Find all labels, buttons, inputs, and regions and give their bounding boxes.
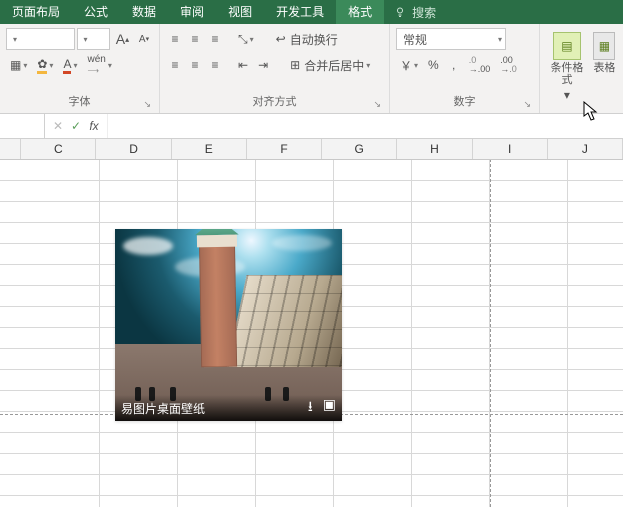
- conditional-formatting-button[interactable]: ▤ 条件格式 ▾: [546, 28, 588, 102]
- embedded-picture[interactable]: 易图片桌面壁纸 ⭳ ▣: [115, 229, 342, 421]
- col-header[interactable]: D: [96, 139, 171, 159]
- align-left-button[interactable]: ≡: [166, 54, 184, 76]
- fx-icon[interactable]: fx: [85, 119, 103, 133]
- increase-decimal-button[interactable]: .0→.00: [465, 54, 495, 76]
- picture-caption-bar: 易图片桌面壁纸 ⭳ ▣: [115, 395, 342, 421]
- group-number-label: 数字 ↘: [396, 91, 533, 113]
- font-dialog-launcher[interactable]: ↘: [143, 99, 151, 110]
- number-dialog-launcher[interactable]: ↘: [523, 99, 531, 110]
- worksheet-area[interactable]: C D E F G H I J 易图片桌面壁纸 ⭳: [0, 139, 623, 507]
- merge-center-dropdown[interactable]: ⊞ 合并后居中▾: [286, 54, 374, 76]
- font-name-dropdown[interactable]: ▾: [6, 28, 75, 50]
- group-align-label: 对齐方式 ↘: [166, 91, 383, 113]
- phonetic-icon: wén⟶: [87, 54, 105, 76]
- align-right-button[interactable]: ≡: [206, 54, 224, 76]
- col-header[interactable]: G: [322, 139, 397, 159]
- align-top-button[interactable]: ≡: [166, 28, 184, 50]
- search-label: 搜索: [412, 4, 436, 21]
- page-break-col: [490, 139, 491, 507]
- font-color-dropdown[interactable]: A▾: [59, 54, 81, 76]
- expand-icon[interactable]: ▣: [323, 396, 336, 420]
- fill-color-dropdown[interactable]: ✿▾: [33, 54, 57, 76]
- format-as-table-button[interactable]: ▦ 表格: [592, 28, 617, 102]
- col-header[interactable]: E: [172, 139, 247, 159]
- comma-button[interactable]: ,: [445, 54, 463, 76]
- tab-view[interactable]: 视图: [216, 0, 264, 24]
- col-header[interactable]: I: [473, 139, 548, 159]
- col-header[interactable]: C: [21, 139, 96, 159]
- menu-bar: 页面布局 公式 数据 审阅 视图 开发工具 格式 搜索: [0, 0, 623, 24]
- enter-icon[interactable]: ✓: [67, 119, 85, 133]
- download-icon[interactable]: ⭳: [308, 396, 313, 420]
- tab-format[interactable]: 格式: [336, 0, 384, 24]
- ribbon: ▾ ▾ A▴ A▾ ▦▾ ✿▾ A▾ wén⟶▾: [0, 24, 623, 114]
- border-icon: ▦: [10, 58, 21, 72]
- decrease-decimal-button[interactable]: .00→.0: [496, 54, 521, 76]
- comma-icon: ,: [452, 58, 455, 72]
- dec-decimal-icon: .00→.0: [500, 56, 517, 74]
- tab-page-layout[interactable]: 页面布局: [0, 0, 72, 24]
- font-color-icon: A: [63, 57, 71, 74]
- group-alignment: ≡ ≡ ≡ ⤡▾ ↩ 自动换行 ≡ ≡ ≡ ⇤ ⇥: [160, 24, 390, 113]
- orientation-icon: ⤡: [238, 32, 248, 47]
- fill-icon: ✿: [37, 57, 47, 74]
- group-font-label: 字体 ↘: [6, 91, 153, 113]
- picture-caption-text: 易图片桌面壁纸: [121, 400, 205, 417]
- number-format-dropdown[interactable]: 常规 ▾: [396, 28, 506, 50]
- orientation-dropdown[interactable]: ⤡▾: [234, 28, 258, 50]
- percent-icon: %: [428, 58, 439, 72]
- currency-dropdown[interactable]: ￥▾: [396, 54, 422, 76]
- align-middle-button[interactable]: ≡: [186, 28, 204, 50]
- border-dropdown[interactable]: ▦▾: [6, 54, 31, 76]
- align-dialog-launcher[interactable]: ↘: [373, 99, 381, 110]
- cond-fmt-icon: ▤: [553, 32, 581, 60]
- group-font: ▾ ▾ A▴ A▾ ▦▾ ✿▾ A▾ wén⟶▾: [0, 24, 160, 113]
- decrease-font-button[interactable]: A▾: [135, 28, 153, 50]
- align-bottom-button[interactable]: ≡: [206, 28, 224, 50]
- tab-review[interactable]: 审阅: [168, 0, 216, 24]
- group-styles: ▤ 条件格式 ▾ ▦ 表格: [540, 24, 623, 113]
- cancel-icon[interactable]: ✕: [49, 119, 67, 133]
- inc-decimal-icon: .0→.00: [469, 56, 491, 74]
- currency-icon: ￥: [400, 57, 412, 74]
- group-styles-label: [546, 102, 617, 120]
- align-center-button[interactable]: ≡: [186, 54, 204, 76]
- increase-font-button[interactable]: A▴: [112, 28, 133, 50]
- wrap-icon: ↩: [276, 32, 286, 46]
- picture-content: [115, 229, 342, 421]
- percent-button[interactable]: %: [424, 54, 443, 76]
- select-all-corner[interactable]: [0, 139, 21, 159]
- col-header[interactable]: H: [397, 139, 472, 159]
- tab-dev-tools[interactable]: 开发工具: [264, 0, 336, 24]
- col-header[interactable]: J: [548, 139, 623, 159]
- phonetic-guide-dropdown[interactable]: wén⟶▾: [83, 54, 115, 76]
- merge-icon: ⊞: [290, 58, 300, 72]
- font-size-dropdown[interactable]: ▾: [77, 28, 110, 50]
- tab-formulas[interactable]: 公式: [72, 0, 120, 24]
- wrap-text-button[interactable]: ↩ 自动换行: [272, 28, 342, 50]
- table-fmt-icon: ▦: [593, 32, 615, 60]
- column-headers: C D E F G H I J: [0, 139, 623, 160]
- name-box-input[interactable]: [0, 114, 44, 138]
- col-header[interactable]: F: [247, 139, 322, 159]
- search-box[interactable]: 搜索: [384, 4, 446, 21]
- indent-increase-button[interactable]: ⇥: [254, 54, 272, 76]
- tab-data[interactable]: 数据: [120, 0, 168, 24]
- bulb-icon: [394, 6, 406, 18]
- indent-decrease-button[interactable]: ⇤: [234, 54, 252, 76]
- group-number: 常规 ▾ ￥▾ % , .0→.00 .00→.0: [390, 24, 540, 113]
- name-box[interactable]: [0, 114, 45, 138]
- formula-bar: ✕ ✓ fx: [0, 114, 623, 139]
